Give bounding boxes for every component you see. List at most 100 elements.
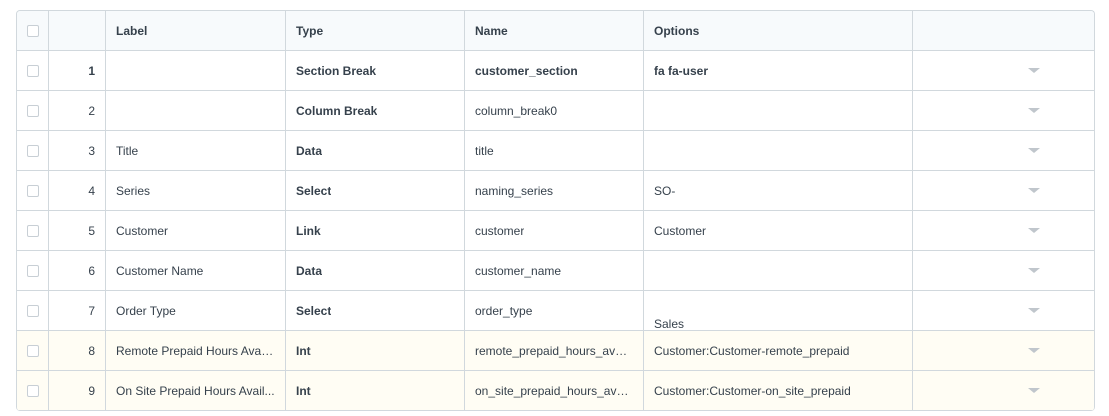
row-index-text: 5 [88,223,95,238]
field-type-cell-text: Int [296,343,311,358]
select-all-checkbox[interactable] [26,24,39,37]
row-select-cell[interactable] [17,331,49,370]
row-actions-cell[interactable] [913,91,1094,130]
field-label-cell[interactable]: Customer [106,211,286,250]
row-checkbox[interactable] [26,144,39,157]
row-actions-cell[interactable] [913,331,1094,370]
table-row[interactable]: 2 Column Break column_break0 [17,91,1094,131]
field-name-cell[interactable]: remote_prepaid_hours_avail... [465,331,644,370]
table-row[interactable]: 6 Customer Name Data customer_name [17,251,1094,291]
field-options-cell[interactable] [644,131,913,170]
field-label-cell[interactable]: Title [106,131,286,170]
field-options-cell[interactable]: Customer:Customer-remote_prepaid [644,331,913,370]
row-checkbox[interactable] [26,224,39,237]
chevron-down-icon[interactable] [1027,388,1040,393]
field-options-cell[interactable]: SO- [644,171,913,210]
table-row[interactable]: 9 On Site Prepaid Hours Avail... Int on_sit… [17,371,1094,411]
field-type-cell[interactable]: Int [286,331,465,370]
field-label-cell[interactable]: On Site Prepaid Hours Avail... [106,371,286,410]
field-name-cell-text: column_break0 [475,103,558,118]
field-type-cell[interactable]: Select [286,291,465,330]
field-type-cell-text: Select [296,303,332,318]
header-actions [913,11,1094,50]
field-type-cell[interactable]: Data [286,131,465,170]
row-index: 2 [49,91,106,130]
field-label-cell-text: Order Type [116,303,176,318]
chevron-down-icon[interactable] [1027,68,1040,73]
field-label-cell[interactable]: Series [106,171,286,210]
row-actions-cell[interactable] [913,51,1094,90]
table-row[interactable]: 4 Series Select naming_series SO- [17,171,1094,211]
row-select-cell[interactable] [17,131,49,170]
chevron-down-icon[interactable] [1027,268,1040,273]
row-select-cell[interactable] [17,251,49,290]
row-select-cell[interactable] [17,291,49,330]
row-select-cell[interactable] [17,51,49,90]
table-row[interactable]: 8 Remote Prepaid Hours Avail... Int remote_… [17,331,1094,371]
field-options-cell[interactable]: fa fa-user [644,51,913,90]
row-actions-cell[interactable] [913,251,1094,290]
field-name-cell[interactable]: column_break0 [465,91,644,130]
field-label-cell[interactable] [106,51,286,90]
field-name-cell-text: customer_section [475,63,578,78]
row-index: 1 [49,51,106,90]
chevron-down-icon[interactable] [1027,188,1040,193]
chevron-down-icon[interactable] [1027,148,1040,153]
row-checkbox[interactable] [26,344,39,357]
field-options-cell[interactable]: Sales [644,291,913,330]
field-options-cell[interactable]: Customer:Customer-on_site_prepaid [644,371,913,410]
row-actions-cell[interactable] [913,291,1094,330]
chevron-down-icon[interactable] [1027,308,1040,313]
table-row[interactable]: 1 Section Break customer_section fa fa-user [17,51,1094,91]
table-row[interactable]: 7 Order Type Select order_type Sales [17,291,1094,331]
row-index-text: 2 [88,103,95,118]
field-type-cell[interactable]: Link [286,211,465,250]
row-select-cell[interactable] [17,171,49,210]
field-name-cell[interactable]: customer [465,211,644,250]
field-label-cell[interactable]: Customer Name [106,251,286,290]
row-checkbox[interactable] [26,264,39,277]
field-options-cell[interactable] [644,91,913,130]
field-label-cell[interactable]: Order Type [106,291,286,330]
row-select-cell[interactable] [17,371,49,410]
chevron-down-icon[interactable] [1027,228,1040,233]
field-name-cell[interactable]: customer_name [465,251,644,290]
row-actions-cell[interactable] [913,131,1094,170]
field-type-cell[interactable]: Int [286,371,465,410]
row-checkbox[interactable] [26,184,39,197]
field-type-cell[interactable]: Section Break [286,51,465,90]
field-options-cell[interactable]: Customer [644,211,913,250]
field-name-cell[interactable]: naming_series [465,171,644,210]
row-index-text: 4 [88,183,95,198]
field-type-cell[interactable]: Column Break [286,91,465,130]
field-options-cell[interactable] [644,251,913,290]
row-checkbox[interactable] [26,384,39,397]
row-select-cell[interactable] [17,91,49,130]
field-name-cell-text: customer_name [475,263,562,278]
field-label-cell-text: Remote Prepaid Hours Avail... [116,343,275,358]
table-row[interactable]: 5 Customer Link customer Customer [17,211,1094,251]
row-actions-cell[interactable] [913,371,1094,410]
row-checkbox[interactable] [26,64,39,77]
chevron-down-icon[interactable] [1027,108,1040,113]
table-row[interactable]: 3 Title Data title [17,131,1094,171]
grid-body: 1 Section Break customer_section fa fa-user… [17,51,1094,411]
field-name-cell[interactable]: title [465,131,644,170]
row-checkbox[interactable] [26,104,39,117]
row-select-cell[interactable] [17,211,49,250]
field-label-cell[interactable]: Remote Prepaid Hours Avail... [106,331,286,370]
field-name-cell-text: remote_prepaid_hours_avail... [475,343,633,358]
field-name-cell-text: customer [475,223,525,238]
chevron-down-icon[interactable] [1027,348,1040,353]
field-type-cell[interactable]: Select [286,171,465,210]
field-name-cell[interactable]: on_site_prepaid_hours_avail... [465,371,644,410]
row-actions-cell[interactable] [913,171,1094,210]
field-name-cell[interactable]: customer_section [465,51,644,90]
fields-grid: Label Type Name Options 1 Section Break cu… [16,10,1095,411]
row-actions-cell[interactable] [913,211,1094,250]
field-label-cell[interactable] [106,91,286,130]
field-type-cell[interactable]: Data [286,251,465,290]
row-checkbox[interactable] [26,304,39,317]
field-name-cell[interactable]: order_type [465,291,644,330]
select-all-cell[interactable] [17,11,49,50]
